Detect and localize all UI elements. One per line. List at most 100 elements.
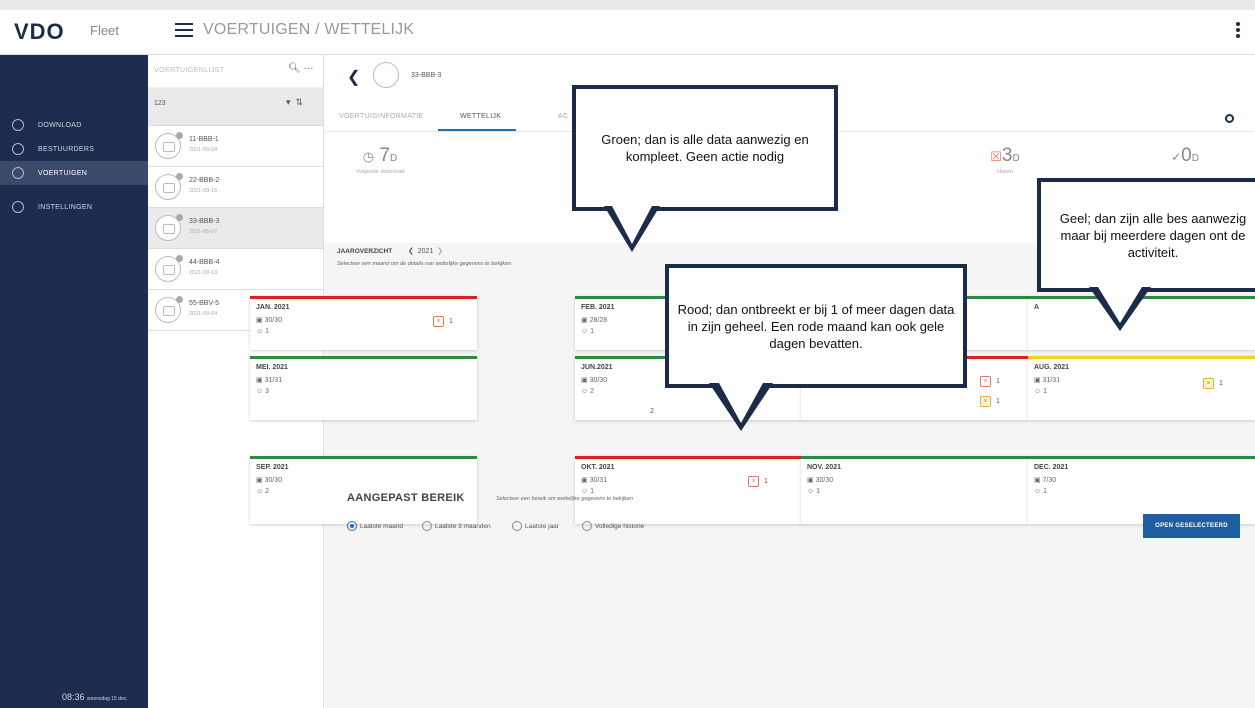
vehicle-plate: 11-BBB-1 <box>189 136 219 143</box>
month-users: ☺ 2 <box>256 488 270 495</box>
more-vertical-icon[interactable] <box>1235 20 1241 40</box>
sidebar-item-instellingen[interactable]: INSTELLINGEN <box>0 195 148 219</box>
user-icon: ☺ <box>581 388 589 395</box>
month-card[interactable]: JAN. 2021 ▣ 30/30 ☺ 1 × 1 <box>250 296 477 350</box>
radio-button[interactable] <box>512 521 522 531</box>
vehicle-date: 2021-09-13 <box>189 270 218 276</box>
vehicle-list-title: VOERTUIGENLIJST <box>154 67 225 74</box>
calendar-icon: ▣ <box>256 477 263 484</box>
vehicle-list-item[interactable]: 11-BBB-1 2021-09-04 <box>148 126 323 167</box>
calendar-icon: ▣ <box>581 317 588 324</box>
overview-title: JAAROVERZICHT <box>337 248 393 255</box>
month-users: ☺ 1 <box>256 328 270 335</box>
month-card[interactable]: AUG. 2021 ▣ 31/31 ☺ 1 × 1 <box>1028 356 1255 420</box>
month-status-bar <box>250 356 477 359</box>
callout-green: Groen; dan is alle data aanwezig en komp… <box>572 85 838 211</box>
radio-button[interactable] <box>582 521 592 531</box>
radio-last-month[interactable]: Laatste maand <box>347 521 403 531</box>
user-icon: ☺ <box>256 488 264 495</box>
month-name: OKT. 2021 <box>581 464 615 471</box>
year-selector[interactable]: ❮ 2021 ❯ <box>408 247 443 255</box>
month-card[interactable]: MEI. 2021 ▣ 31/31 ☺ 3 <box>250 356 477 420</box>
calendar-icon: ▣ <box>256 377 263 384</box>
stat-gaps: ☒3D Hiaten <box>965 145 1045 175</box>
vehicle-list-item[interactable]: 22-BBB-2 2021-09-15 <box>148 167 323 208</box>
gear-icon[interactable] <box>1225 114 1234 123</box>
settings-icon <box>12 201 24 213</box>
month-name: JAN. 2021 <box>256 304 290 311</box>
vehicle-list-item-selected[interactable]: 33-BBB-3 2021-06-07 <box>148 208 323 249</box>
vehicle-list-item[interactable]: 44-BBB-4 2021-09-13 <box>148 249 323 290</box>
chevron-right-icon[interactable]: ❯ <box>437 248 443 255</box>
vehicle-plate: 55-BBV-5 <box>189 300 219 307</box>
month-days: ▣ 30/30 <box>256 317 283 324</box>
vehicle-avatar-icon <box>373 62 399 88</box>
stat-checked: ✓0D <box>1145 145 1225 167</box>
month-days: ▣ 7/30 <box>1034 477 1057 484</box>
range-subtitle: Selecteer een bereik om wettelijke gegev… <box>496 496 633 502</box>
user-icon: ☺ <box>807 488 815 495</box>
stat-value: 3 <box>1001 145 1013 166</box>
sidebar-item-download[interactable]: DOWNLOAD <box>0 113 148 137</box>
month-users: ☺ 1 <box>581 488 595 495</box>
sidebar-item-label: VOERTUIGEN <box>38 169 88 177</box>
sort-icon[interactable]: ⇅ <box>296 97 304 107</box>
back-chevron-icon[interactable]: ❮ <box>347 67 360 87</box>
month-days: ▣ 30/30 <box>807 477 834 484</box>
open-selected-button[interactable]: OPEN GESELECTEERD <box>1143 514 1240 538</box>
radio-label: Laatste maand <box>360 522 404 530</box>
radio-button[interactable] <box>422 521 432 531</box>
logo: VDO <box>14 19 65 44</box>
callout-pointer <box>1089 287 1151 331</box>
stat-unit: D <box>389 153 398 164</box>
sidebar-item-label: BESTUURDERS <box>38 145 95 153</box>
gap-count: 1 <box>449 318 453 325</box>
month-days: ▣ 28/28 <box>581 317 608 324</box>
month-name: MEI. 2021 <box>256 364 288 371</box>
stat-value: 7 <box>379 145 390 166</box>
status-dot <box>176 255 183 262</box>
sidebar-item-bestuurders[interactable]: BESTUURDERS <box>0 137 148 161</box>
month-card[interactable]: SEP. 2021 ▣ 30/30 ☺ 2 <box>250 456 477 524</box>
radio-button[interactable] <box>347 521 357 531</box>
status-dot <box>176 296 183 303</box>
month-days: ▣ 31/31 <box>1034 377 1061 384</box>
incomplete-count: 1 <box>996 398 1000 405</box>
radio-full-history[interactable]: Volledige historie <box>582 521 644 531</box>
vehicle-list-filter[interactable]: 123 ▾ ⇅ <box>148 88 323 126</box>
status-dot <box>176 214 183 221</box>
month-card[interactable]: NOV. 2021 ▣ 30/30 ☺ 1 <box>801 456 1028 524</box>
chevron-down-icon[interactable]: ▾ <box>286 97 291 107</box>
month-card[interactable]: OKT. 2021 ▣ 30/31 ☺ 1 × 1 <box>575 456 802 524</box>
hamburger-menu-icon[interactable] <box>175 23 193 37</box>
sidebar-item-voertuigen[interactable]: VOERTUIGEN <box>0 161 148 185</box>
month-name: SEP. 2021 <box>256 464 289 471</box>
overview-subtitle: Selecteer een maand om de details van we… <box>337 261 512 267</box>
user-icon: ☺ <box>256 328 264 335</box>
clock-time: 08:36 <box>62 692 85 702</box>
status-dot <box>176 132 183 139</box>
calendar-icon: ▣ <box>1034 377 1041 384</box>
more-horizontal-icon[interactable]: ··· <box>301 63 313 74</box>
top-bar: VDO Fleet VOERTUIGEN / WETTELIJK <box>0 10 1255 55</box>
sidebar: DOWNLOAD BESTUURDERS VOERTUIGEN INSTELLI… <box>0 55 148 708</box>
month-name: FEB. 2021 <box>581 304 615 311</box>
search-icon[interactable]: 🔍︎ ··· <box>288 63 313 74</box>
radio-last-year[interactable]: Laatste jaar <box>512 521 559 531</box>
callout-text: Rood; dan ontbreekt er bij 1 of meer dag… <box>677 301 955 351</box>
gap-day-icon: × <box>433 316 444 327</box>
clock-date: woensdag 15 dec. <box>87 696 128 702</box>
month-days: ▣ 31/31 <box>256 377 283 384</box>
chevron-left-icon[interactable]: ❮ <box>408 248 414 255</box>
tab-voertuiginformatie[interactable]: VOERTUIGINFORMATIE <box>339 113 423 120</box>
vehicle-date: 2021-09-04 <box>189 311 218 317</box>
incomplete-count: 1 <box>1219 380 1223 387</box>
tab-wettelijk[interactable]: WETTELIJK <box>460 113 501 120</box>
month-status-bar <box>1028 356 1255 359</box>
vehicle-date: 2021-09-15 <box>189 188 218 194</box>
month-users: ☺ 3 <box>256 388 270 395</box>
tab-activiteiten[interactable]: AC <box>558 113 568 120</box>
radio-last-3-months[interactable]: Laatste 3 maanden <box>422 521 491 531</box>
stat-unit: D <box>1012 153 1020 164</box>
download-icon <box>12 119 24 131</box>
